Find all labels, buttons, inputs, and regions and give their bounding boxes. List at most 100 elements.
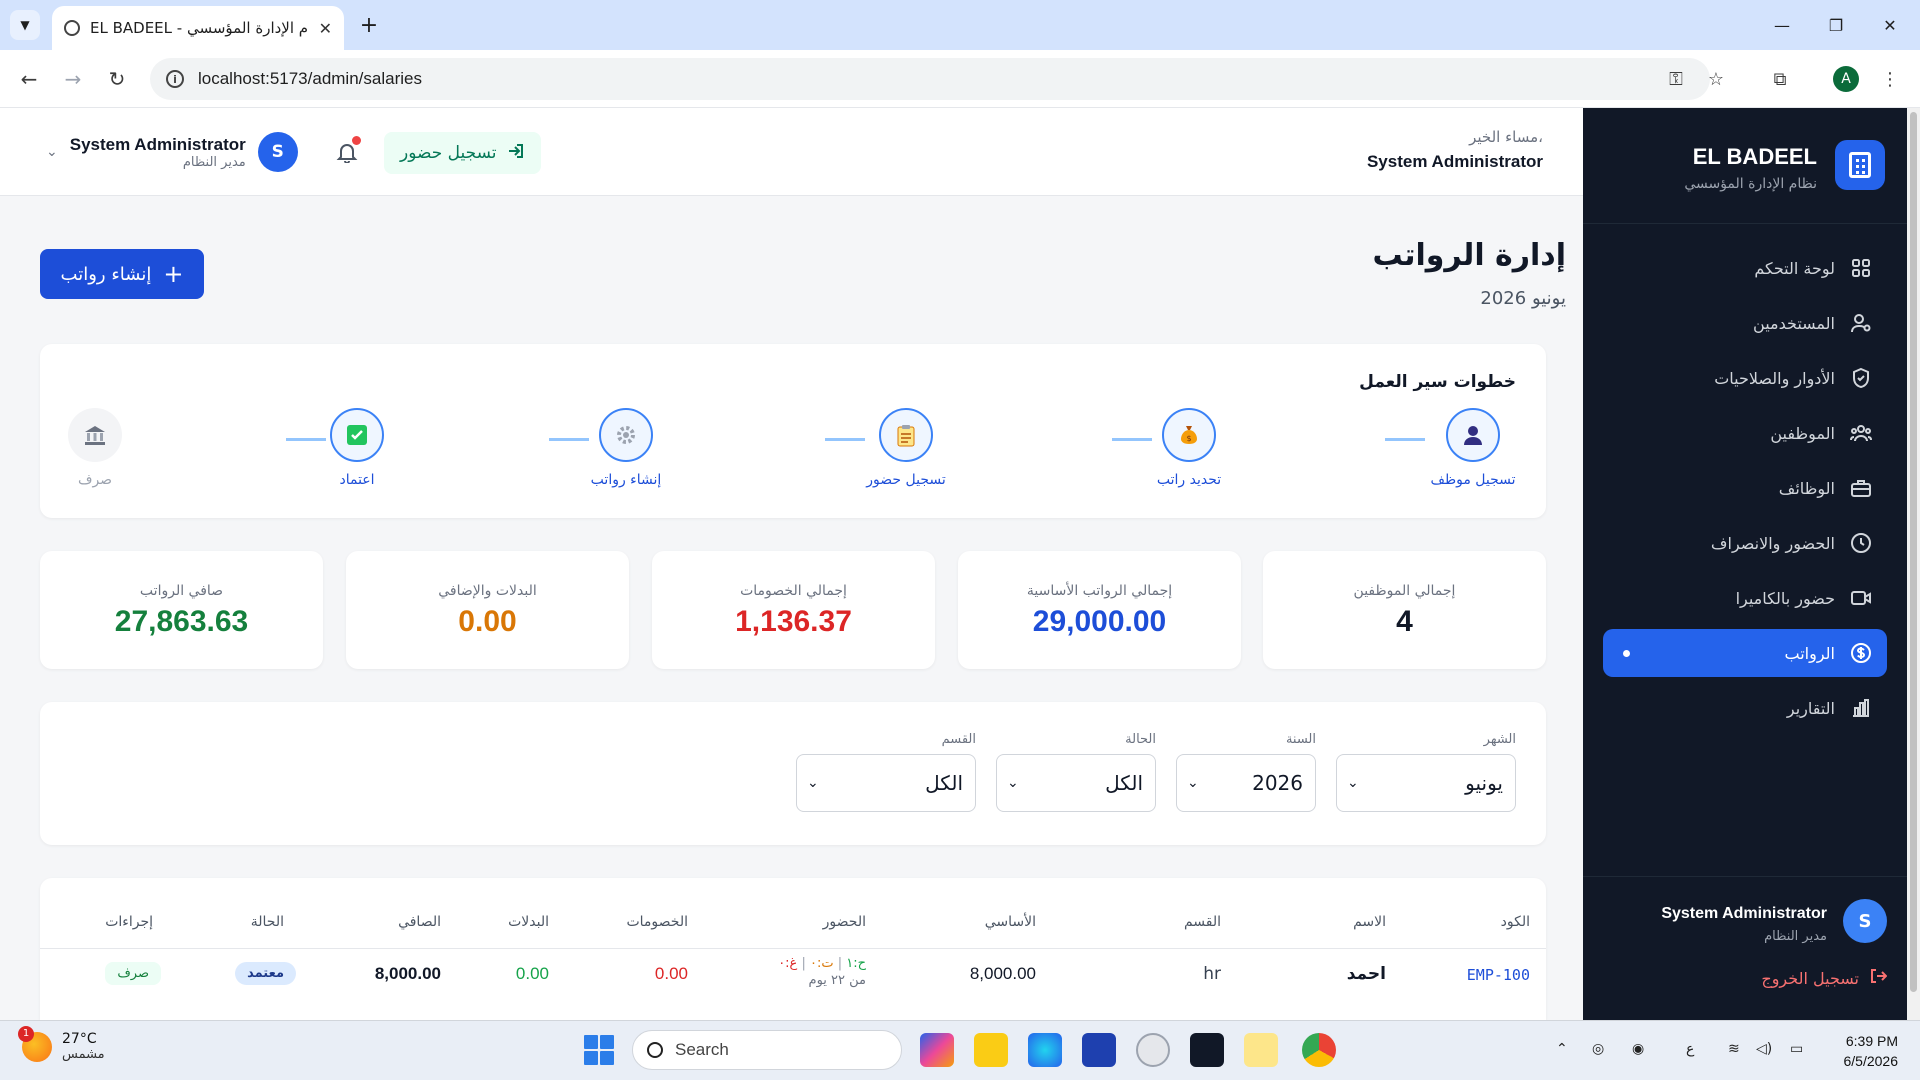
logout-icon	[1869, 967, 1888, 989]
clipboard-icon	[879, 408, 933, 462]
paint-icon[interactable]	[1244, 1033, 1278, 1067]
forward-button[interactable]: →	[58, 64, 88, 94]
edge-icon[interactable]	[1028, 1033, 1062, 1067]
sidebar-item-label: حضور بالكاميرا	[1735, 588, 1835, 608]
windows-start-icon[interactable]	[584, 1035, 614, 1065]
cell-code[interactable]: EMP-100	[1467, 966, 1530, 984]
department-select[interactable]: ⌄ الكل	[796, 754, 976, 812]
minimize-button[interactable]: —	[1752, 0, 1812, 50]
sidebar-user-name: System Administrator	[1661, 905, 1827, 922]
status-filter-label: الحالة	[1125, 732, 1156, 747]
sidebar-item-camera-attendance[interactable]: حضور بالكاميرا	[1603, 574, 1887, 622]
volume-icon[interactable]: ◁)	[1756, 1041, 1772, 1057]
avatar: S	[1843, 899, 1887, 943]
tab-search-button[interactable]: ▼	[10, 10, 40, 40]
profile-avatar[interactable]: A	[1833, 66, 1859, 92]
year-select[interactable]: ⌄ 2026	[1176, 754, 1316, 812]
stat-card-deductions: إجمالي الخصومات 1,136.37	[652, 551, 935, 669]
sidebar-item-roles[interactable]: الأدوار والصلاحيات	[1603, 354, 1887, 402]
workflow-title: خطوات سير العمل	[1359, 372, 1516, 392]
new-tab-button[interactable]: +	[354, 10, 384, 40]
sidebar-item-label: الموظفين	[1770, 423, 1835, 443]
building-icon	[1835, 140, 1885, 190]
department-filter-label: القسم	[941, 732, 976, 747]
chevron-up-icon[interactable]: ⌃	[1556, 1041, 1568, 1057]
workflow-step-label: صرف	[77, 472, 113, 488]
check-in-button[interactable]: تسجيل حضور	[384, 132, 541, 174]
workflow-connector	[825, 438, 865, 441]
sidebar-item-employees[interactable]: الموظفين	[1603, 409, 1887, 457]
reload-button[interactable]: ↻	[102, 64, 132, 94]
department-select-value: الكل	[925, 771, 963, 795]
site-info-icon[interactable]: i	[166, 70, 184, 88]
taskbar-search[interactable]: Search	[632, 1030, 902, 1070]
month-select[interactable]: ⌄ يونيو	[1336, 754, 1516, 812]
cell-deductions: 0.00	[654, 964, 688, 983]
language-indicator[interactable]: ع	[1686, 1041, 1694, 1057]
header-divider	[40, 948, 1546, 949]
wifi-icon[interactable]: ≋	[1728, 1041, 1740, 1057]
stat-label: صافي الرواتب	[139, 583, 224, 599]
password-key-icon[interactable]: ⚿	[1661, 64, 1691, 94]
page-scrollbar[interactable]	[1907, 108, 1920, 1020]
user-menu[interactable]: ⌄ System Administrator مدير النظام S	[46, 130, 298, 174]
filters-card: الشهر ⌄ يونيو السنة ⌄ 2026 الحالة ⌄ الكل…	[40, 702, 1546, 845]
weather-widget[interactable]: 1 27°C مشمس	[18, 1025, 105, 1062]
address-bar[interactable]: i localhost:5173/admin/salaries	[150, 58, 1710, 100]
chrome-icon[interactable]	[1302, 1033, 1336, 1067]
sidebar-item-label: التقارير	[1786, 698, 1835, 718]
network-status-icon[interactable]: ◎	[1592, 1041, 1604, 1057]
notifications-button[interactable]	[333, 136, 361, 166]
pay-button[interactable]: صرف	[105, 962, 161, 985]
header-user-name: System Administrator	[69, 134, 246, 154]
active-dot	[1623, 650, 1630, 657]
weather-condition: مشمس	[62, 1047, 105, 1062]
status-select[interactable]: ⌄ الكل	[996, 754, 1156, 812]
sidebar-item-salaries[interactable]: الرواتب	[1603, 629, 1887, 677]
terminal-icon[interactable]	[1190, 1033, 1224, 1067]
app-icon[interactable]	[1136, 1033, 1170, 1067]
sidebar: EL BADEEL نظام الإدارة المؤسسي لوحة التح…	[1583, 108, 1907, 1020]
sidebar-item-attendance[interactable]: الحضور والانصراف	[1603, 519, 1887, 567]
file-explorer-icon[interactable]	[974, 1033, 1008, 1067]
sidebar-item-users[interactable]: المستخدمين	[1603, 299, 1887, 347]
workflow-step-label: تسجيل موظف	[1430, 472, 1516, 488]
attendance-present: ح:١	[846, 956, 866, 971]
stat-card-basic-salaries: إجمالي الرواتب الأساسية 29,000.00	[958, 551, 1241, 669]
sidebar-item-reports[interactable]: التقارير	[1603, 684, 1887, 732]
extensions-icon[interactable]: ⧉	[1765, 64, 1795, 94]
back-button[interactable]: ←	[14, 64, 44, 94]
clock-time: 6:39 PM	[1845, 1033, 1898, 1049]
battery-icon[interactable]: ▭	[1790, 1041, 1803, 1057]
plus-icon: +	[163, 260, 184, 288]
sidebar-user-role: مدير النظام	[1764, 929, 1827, 944]
workflow-step: $ تحديد راتب	[1134, 408, 1244, 488]
stat-value: 0.00	[458, 605, 517, 638]
bar-chart-icon	[1849, 696, 1873, 720]
system-clock[interactable]: 6:39 PM 6/5/2026	[1844, 1031, 1899, 1071]
sidebar-item-dashboard[interactable]: لوحة التحكم	[1603, 244, 1887, 292]
browser-menu-icon[interactable]: ⋮	[1875, 64, 1905, 94]
browser-tab[interactable]: EL BADEEL - نظام الإدارة المؤسسي ✕	[52, 6, 344, 50]
create-salaries-button[interactable]: إنشاء رواتب +	[40, 249, 204, 299]
restore-button[interactable]: ❐	[1806, 0, 1866, 50]
column-header-net: الصافي	[398, 914, 441, 930]
copilot-icon[interactable]	[920, 1033, 954, 1067]
clock-icon	[1849, 531, 1873, 555]
close-tab-icon[interactable]: ✕	[319, 19, 332, 38]
workflow-step-label: تحديد راتب	[1156, 472, 1222, 488]
security-icon[interactable]: ◉	[1632, 1041, 1644, 1057]
create-salaries-label: إنشاء رواتب	[60, 263, 152, 285]
month-filter-label: الشهر	[1483, 732, 1516, 747]
person-icon	[1446, 408, 1500, 462]
store-icon[interactable]	[1082, 1033, 1116, 1067]
workflow-card: خطوات سير العمل تسجيل موظف $ تحديد راتب …	[40, 344, 1546, 518]
sidebar-item-jobs[interactable]: الوظائف	[1603, 464, 1887, 512]
bookmark-star-icon[interactable]: ☆	[1701, 64, 1731, 94]
grid-icon	[1849, 256, 1873, 280]
close-window-button[interactable]: ✕	[1860, 0, 1920, 50]
column-header-attendance: الحضور	[822, 914, 866, 930]
stat-value: 4	[1396, 605, 1413, 638]
cell-name: احمد	[1346, 964, 1386, 984]
logout-button[interactable]: تسجيل الخروج	[1761, 967, 1888, 989]
